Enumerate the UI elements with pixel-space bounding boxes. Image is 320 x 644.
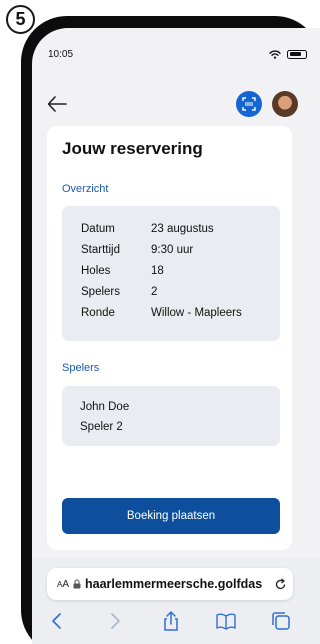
bookmarks-icon[interactable] <box>215 610 237 632</box>
detail-value: 23 augustus <box>151 223 214 235</box>
lock-icon <box>73 579 81 589</box>
page-title: Jouw reservering <box>62 139 203 158</box>
phone-screen: 10:05 Jouw reservering Overzicht Datum 2… <box>32 28 320 644</box>
detail-value: Willow - Mapleers <box>151 307 242 319</box>
wifi-icon <box>269 49 281 59</box>
detail-label: Holes <box>81 265 111 277</box>
text-size-button[interactable]: AA <box>57 579 69 590</box>
detail-label: Datum <box>81 223 115 235</box>
players-panel: John Doe Speler 2 <box>62 386 280 446</box>
app-nav <box>32 88 320 120</box>
overview-heading: Overzicht <box>62 183 109 195</box>
reload-icon[interactable] <box>274 577 287 591</box>
player-item: Speler 2 <box>80 421 123 433</box>
detail-value: 9:30 uur <box>151 244 194 256</box>
phone-frame: 10:05 Jouw reservering Overzicht Datum 2… <box>21 16 320 644</box>
step-number-badge: 5 <box>6 5 35 34</box>
share-icon[interactable] <box>160 610 182 632</box>
text-size-large: A <box>62 578 70 590</box>
battery-icon <box>287 49 307 59</box>
detail-label: Ronde <box>81 307 115 319</box>
overview-panel: Datum 23 augustus Starttijd 9:30 uur Hol… <box>62 206 280 341</box>
back-arrow-icon[interactable] <box>46 94 68 114</box>
avatar[interactable] <box>272 91 298 117</box>
tabs-icon[interactable] <box>270 610 292 632</box>
browser-forward-icon[interactable] <box>104 610 126 632</box>
scan-button[interactable] <box>236 91 262 117</box>
players-heading: Spelers <box>62 362 100 374</box>
status-time: 10:05 <box>48 48 74 60</box>
address-bar[interactable]: AA haarlemmermeersche.golfdas <box>47 568 293 600</box>
scan-icon <box>242 97 256 111</box>
detail-value: 2 <box>151 286 158 298</box>
status-bar: 10:05 <box>32 28 320 68</box>
browser-bar: AA haarlemmermeersche.golfdas <box>32 558 320 644</box>
detail-value: 18 <box>151 265 164 277</box>
url-text: haarlemmermeersche.golfdas <box>85 577 263 591</box>
browser-back-icon[interactable] <box>46 610 68 632</box>
reservation-card: Jouw reservering Overzicht Datum 23 augu… <box>47 126 292 550</box>
player-item: John Doe <box>80 401 130 413</box>
place-booking-button[interactable]: Boeking plaatsen <box>62 498 280 534</box>
detail-label: Starttijd <box>81 244 120 256</box>
detail-label: Spelers <box>81 286 120 298</box>
browser-toolbar <box>32 610 320 634</box>
status-icons <box>269 49 307 59</box>
